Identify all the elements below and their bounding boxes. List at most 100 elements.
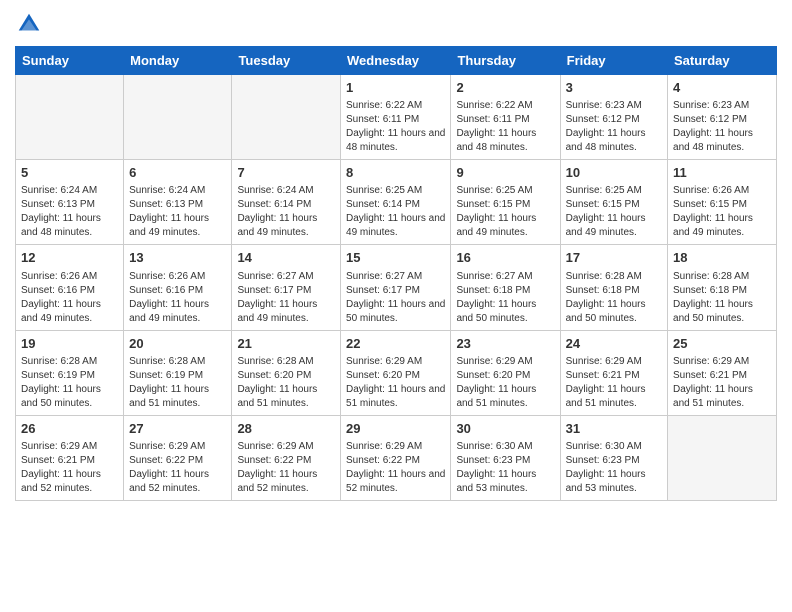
day-info: Sunrise: 6:24 AMSunset: 6:13 PMDaylight:…	[129, 184, 226, 240]
day-number: 29	[346, 420, 445, 438]
day-number: 25	[673, 335, 771, 353]
calendar-cell: 14Sunrise: 6:27 AMSunset: 6:17 PMDayligh…	[232, 245, 341, 330]
calendar-cell: 15 Sunrise: 6:27 AMSunset: 6:17 PMDayligh…	[341, 245, 451, 330]
day-info: Sunrise: 6:29 AMSunset: 6:21 PMDaylight:…	[566, 355, 662, 411]
calendar-cell: 5 Sunrise: 6:24 AMSunset: 6:13 PMDaylight…	[16, 160, 124, 245]
dow-header: Saturday	[668, 47, 777, 75]
day-number: 18	[673, 249, 771, 267]
calendar-cell: 22Sunrise: 6:29 AMSunset: 6:20 PMDayligh…	[341, 330, 451, 415]
calendar-week: 1 Sunrise: 6:22 AMSunset: 6:11 PMDaylight…	[16, 75, 777, 160]
calendar-cell: 10Sunrise: 6:25 AMSunset: 6:15 PMDayligh…	[560, 160, 667, 245]
day-info: Sunrise: 6:28 AMSunset: 6:18 PMDaylight:…	[566, 270, 662, 326]
day-number: 19	[21, 335, 118, 353]
day-number: 5	[21, 164, 118, 182]
calendar-cell: 17 Sunrise: 6:28 AMSunset: 6:18 PMDayligh…	[560, 245, 667, 330]
day-number: 7	[237, 164, 335, 182]
day-info: Sunrise: 6:29 AMSunset: 6:20 PMDaylight:…	[346, 355, 445, 411]
calendar-body: 1 Sunrise: 6:22 AMSunset: 6:11 PMDaylight…	[16, 75, 777, 501]
day-info: Sunrise: 6:28 AMSunset: 6:19 PMDaylight:…	[129, 355, 226, 411]
day-number: 15	[346, 249, 445, 267]
day-number: 20	[129, 335, 226, 353]
calendar-cell: 3 Sunrise: 6:23 AMSunset: 6:12 PMDaylight…	[560, 75, 667, 160]
calendar-cell	[124, 75, 232, 160]
calendar-cell: 8Sunrise: 6:25 AMSunset: 6:14 PMDaylight…	[341, 160, 451, 245]
day-info: Sunrise: 6:27 AMSunset: 6:18 PMDaylight:…	[456, 270, 554, 326]
calendar-cell: 28Sunrise: 6:29 AMSunset: 6:22 PMDayligh…	[232, 415, 341, 500]
day-info: Sunrise: 6:29 AMSunset: 6:22 PMDaylight:…	[237, 440, 335, 496]
day-number: 14	[237, 249, 335, 267]
day-number: 2	[456, 79, 554, 97]
day-info: Sunrise: 6:26 AMSunset: 6:15 PMDaylight:…	[673, 184, 771, 240]
day-number: 23	[456, 335, 554, 353]
logo-icon	[15, 10, 43, 38]
day-info: Sunrise: 6:26 AMSunset: 6:16 PMDaylight:…	[21, 270, 118, 326]
calendar-cell: 20 Sunrise: 6:28 AMSunset: 6:19 PMDayligh…	[124, 330, 232, 415]
calendar: SundayMondayTuesdayWednesdayThursdayFrid…	[15, 46, 777, 501]
day-number: 1	[346, 79, 445, 97]
day-number: 31	[566, 420, 662, 438]
calendar-cell: 6 Sunrise: 6:24 AMSunset: 6:13 PMDaylight…	[124, 160, 232, 245]
day-info: Sunrise: 6:22 AMSunset: 6:11 PMDaylight:…	[456, 99, 554, 155]
calendar-cell: 2 Sunrise: 6:22 AMSunset: 6:11 PMDaylight…	[451, 75, 560, 160]
day-number: 9	[456, 164, 554, 182]
calendar-cell: 27Sunrise: 6:29 AMSunset: 6:22 PMDayligh…	[124, 415, 232, 500]
day-info: Sunrise: 6:28 AMSunset: 6:20 PMDaylight:…	[237, 355, 335, 411]
day-info: Sunrise: 6:29 AMSunset: 6:22 PMDaylight:…	[346, 440, 445, 496]
calendar-cell: 24 Sunrise: 6:29 AMSunset: 6:21 PMDayligh…	[560, 330, 667, 415]
calendar-cell: 13 Sunrise: 6:26 AMSunset: 6:16 PMDayligh…	[124, 245, 232, 330]
calendar-cell: 26 Sunrise: 6:29 AMSunset: 6:21 PMDayligh…	[16, 415, 124, 500]
day-info: Sunrise: 6:26 AMSunset: 6:16 PMDaylight:…	[129, 270, 226, 326]
calendar-cell: 16Sunrise: 6:27 AMSunset: 6:18 PMDayligh…	[451, 245, 560, 330]
day-info: Sunrise: 6:30 AMSunset: 6:23 PMDaylight:…	[566, 440, 662, 496]
day-number: 8	[346, 164, 445, 182]
day-number: 24	[566, 335, 662, 353]
calendar-cell: 19Sunrise: 6:28 AMSunset: 6:19 PMDayligh…	[16, 330, 124, 415]
day-info: Sunrise: 6:22 AMSunset: 6:11 PMDaylight:…	[346, 99, 445, 155]
calendar-cell: 1 Sunrise: 6:22 AMSunset: 6:11 PMDaylight…	[341, 75, 451, 160]
day-number: 3	[566, 79, 662, 97]
day-info: Sunrise: 6:25 AMSunset: 6:15 PMDaylight:…	[566, 184, 662, 240]
day-info: Sunrise: 6:29 AMSunset: 6:21 PMDaylight:…	[21, 440, 118, 496]
day-number: 4	[673, 79, 771, 97]
day-info: Sunrise: 6:24 AMSunset: 6:13 PMDaylight:…	[21, 184, 118, 240]
dow-header: Monday	[124, 47, 232, 75]
day-number: 21	[237, 335, 335, 353]
calendar-cell: 11 Sunrise: 6:26 AMSunset: 6:15 PMDayligh…	[668, 160, 777, 245]
calendar-week: 19 Sunrise: 6:28 AMSunset: 6:19 PMDayligh…	[16, 330, 777, 415]
calendar-cell: 7 Sunrise: 6:24 AMSunset: 6:14 PMDaylight…	[232, 160, 341, 245]
logo	[15, 10, 47, 38]
day-number: 26	[21, 420, 118, 438]
day-number: 11	[673, 164, 771, 182]
calendar-cell: 31 Sunrise: 6:30 AMSunset: 6:23 PMDayligh…	[560, 415, 667, 500]
day-info: Sunrise: 6:23 AMSunset: 6:12 PMDaylight:…	[673, 99, 771, 155]
calendar-cell	[668, 415, 777, 500]
calendar-cell	[232, 75, 341, 160]
dow-header: Tuesday	[232, 47, 341, 75]
calendar-week: 12 Sunrise: 6:26 AMSunset: 6:16 PMDayligh…	[16, 245, 777, 330]
dow-header: Thursday	[451, 47, 560, 75]
calendar-week: 26 Sunrise: 6:29 AMSunset: 6:21 PMDayligh…	[16, 415, 777, 500]
calendar-cell: 18 Sunrise: 6:28 AMSunset: 6:18 PMDayligh…	[668, 245, 777, 330]
calendar-cell: 23Sunrise: 6:29 AMSunset: 6:20 PMDayligh…	[451, 330, 560, 415]
dow-header: Wednesday	[341, 47, 451, 75]
dow-header: Sunday	[16, 47, 124, 75]
header	[15, 10, 777, 38]
day-number: 30	[456, 420, 554, 438]
day-info: Sunrise: 6:27 AMSunset: 6:17 PMDaylight:…	[346, 270, 445, 326]
calendar-week: 5 Sunrise: 6:24 AMSunset: 6:13 PMDaylight…	[16, 160, 777, 245]
calendar-cell	[16, 75, 124, 160]
page: SundayMondayTuesdayWednesdayThursdayFrid…	[0, 0, 792, 612]
calendar-cell: 30 Sunrise: 6:30 AMSunset: 6:23 PMDayligh…	[451, 415, 560, 500]
calendar-cell: 29 Sunrise: 6:29 AMSunset: 6:22 PMDayligh…	[341, 415, 451, 500]
day-number: 13	[129, 249, 226, 267]
day-info: Sunrise: 6:24 AMSunset: 6:14 PMDaylight:…	[237, 184, 335, 240]
day-info: Sunrise: 6:30 AMSunset: 6:23 PMDaylight:…	[456, 440, 554, 496]
day-of-week-row: SundayMondayTuesdayWednesdayThursdayFrid…	[16, 47, 777, 75]
day-number: 12	[21, 249, 118, 267]
day-info: Sunrise: 6:28 AMSunset: 6:18 PMDaylight:…	[673, 270, 771, 326]
day-number: 17	[566, 249, 662, 267]
day-number: 6	[129, 164, 226, 182]
day-number: 27	[129, 420, 226, 438]
day-info: Sunrise: 6:23 AMSunset: 6:12 PMDaylight:…	[566, 99, 662, 155]
dow-header: Friday	[560, 47, 667, 75]
